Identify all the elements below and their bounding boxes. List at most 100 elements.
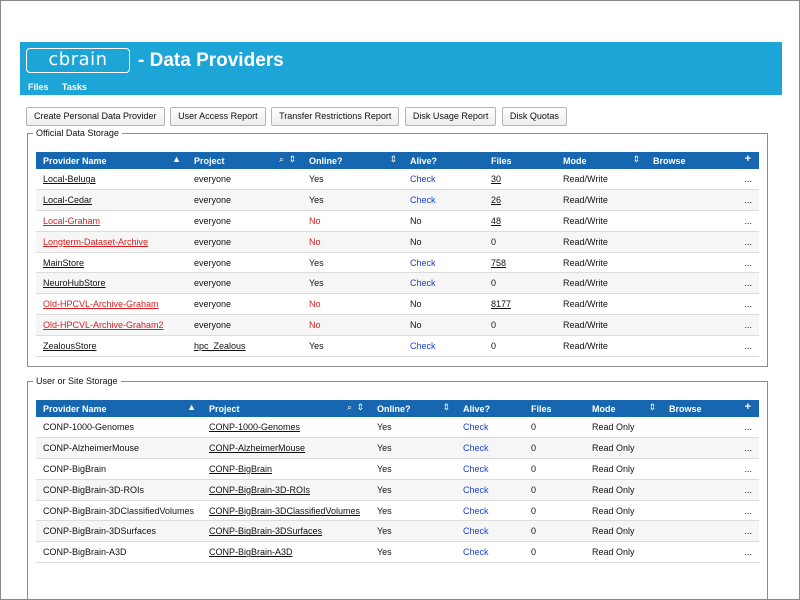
browse-menu-value[interactable]: ...	[744, 485, 752, 495]
file-count-value[interactable]: 30	[491, 174, 501, 184]
project-value[interactable]: CONP-AlzheimerMouse	[209, 443, 305, 453]
sort-up-down-icon[interactable]: ⇕	[632, 154, 640, 165]
browse-menu-value[interactable]: ...	[744, 464, 752, 474]
file-count-value[interactable]: 48	[491, 216, 501, 226]
col-online[interactable]: Online? ⇕	[302, 152, 403, 169]
alive-status-value[interactable]: Check	[463, 506, 489, 516]
browse-menu: ...	[662, 479, 759, 501]
provider-name-value[interactable]: Longterm-Dataset-Archive	[43, 237, 148, 247]
browse-menu-value[interactable]: ...	[744, 216, 752, 226]
transfer-restrictions-report-button[interactable]: Transfer Restrictions Report	[271, 107, 400, 126]
project-value[interactable]: CONP-BigBrain-3DClassifiedVolumes	[209, 506, 360, 516]
sort-up-down-icon[interactable]: ⇕	[648, 402, 656, 413]
page-title: - Data Providers	[138, 50, 284, 71]
browse-menu-value[interactable]: ...	[744, 341, 752, 351]
col-mode[interactable]: Mode ⇕	[585, 400, 662, 417]
project: everyone	[187, 272, 302, 295]
project: CONP-AlzheimerMouse	[202, 437, 370, 460]
online-status: Yes	[302, 272, 403, 295]
sort-up-down-icon[interactable]: ⇕	[288, 154, 296, 165]
browse-menu-value[interactable]: ...	[744, 258, 752, 268]
file-count-value[interactable]: 758	[491, 258, 506, 268]
browse-menu-value[interactable]: ...	[744, 320, 752, 330]
browse-menu-value[interactable]: ...	[744, 526, 752, 536]
alive-status-value[interactable]: Check	[463, 464, 489, 474]
provider-name: NeuroHubStore	[36, 272, 187, 295]
provider-name-value[interactable]: NeuroHubStore	[43, 278, 106, 288]
browse-menu-value[interactable]: ...	[744, 443, 752, 453]
alive-status: No	[403, 293, 484, 316]
col-browse: Browse +	[662, 400, 759, 417]
browse-menu-value[interactable]: ...	[744, 506, 752, 516]
project-value[interactable]: CONP-BigBrain-3DSurfaces	[209, 526, 322, 536]
project-value[interactable]: CONP-BigBrain	[209, 464, 272, 474]
access-mode: Read/Write	[556, 189, 646, 212]
sort-up-down-icon[interactable]: ⇕	[389, 154, 397, 165]
col-mode[interactable]: Mode ⇕	[556, 152, 646, 169]
project-value[interactable]: CONP-BigBrain-3D-ROIs	[209, 485, 310, 495]
project: everyone	[187, 189, 302, 212]
disk-quotas-button[interactable]: Disk Quotas	[501, 107, 567, 126]
col-project[interactable]: Project ⌕ ⇕	[187, 152, 302, 169]
alive-status-value[interactable]: Check	[410, 195, 436, 205]
sort-up-down-icon[interactable]: ⇕	[356, 402, 364, 413]
user-access-report-button[interactable]: User Access Report	[170, 107, 266, 126]
cbrain-logo[interactable]: cbrain	[26, 48, 130, 73]
browse-menu-value[interactable]: ...	[744, 422, 752, 432]
sort-up-down-icon[interactable]: ⇕	[442, 402, 450, 413]
access-mode-value: Read Only	[592, 547, 635, 558]
alive-status-value[interactable]: Check	[463, 422, 489, 432]
browse-menu-value[interactable]: ...	[744, 195, 752, 205]
online-status: Yes	[370, 417, 456, 439]
browse-menu-value[interactable]: ...	[744, 278, 752, 288]
table-row: NeuroHubStore everyone Yes Check 0 Read/Write…	[36, 272, 759, 295]
project-value[interactable]: CONP-1000-Genomes	[209, 422, 300, 432]
provider-name-value[interactable]: Old-HPCVL-Archive-Graham	[43, 299, 159, 309]
nav-files[interactable]: Files	[28, 81, 49, 93]
access-mode: Read/Write	[556, 252, 646, 274]
alive-status-value[interactable]: Check	[410, 174, 436, 184]
browse-menu-value[interactable]: ...	[744, 237, 752, 247]
project: everyone	[187, 210, 302, 232]
search-icon[interactable]: ⌕	[279, 154, 284, 165]
alive-status-value[interactable]: Check	[410, 341, 436, 351]
col-online[interactable]: Online? ⇕	[370, 400, 456, 417]
table-row: CONP-1000-Genomes CONP-1000-Genomes Yes Che…	[36, 417, 759, 439]
alive-status-value[interactable]: Check	[410, 278, 436, 288]
file-count-value[interactable]: 26	[491, 195, 501, 205]
alive-status-value[interactable]: Check	[463, 443, 489, 453]
app-header: cbrain - Data Providers Files Tasks	[20, 42, 782, 95]
alive-status-value[interactable]: Check	[463, 485, 489, 495]
disk-usage-report-button[interactable]: Disk Usage Report	[404, 107, 497, 126]
access-mode-value: Read/Write	[563, 340, 608, 351]
alive-status-value[interactable]: Check	[410, 258, 436, 268]
search-icon[interactable]: ⌕	[347, 402, 352, 413]
project-value[interactable]: CONP-BigBrain-A3D	[209, 547, 293, 557]
alive-status-value[interactable]: Check	[463, 526, 489, 536]
table-row: CONP-BigBrain CONP-BigBrain Yes Check 0 Read …	[36, 458, 759, 480]
project: everyone	[187, 252, 302, 274]
col-project[interactable]: Project ⌕ ⇕	[202, 400, 370, 417]
create-personal-data-provider-button[interactable]: Create Personal Data Provider	[26, 107, 165, 126]
provider-name-value[interactable]: Old-HPCVL-Archive-Graham2	[43, 320, 164, 330]
col-provider-name[interactable]: Provider Name ▲	[36, 400, 202, 417]
provider-name-value[interactable]: ZealousStore	[43, 341, 97, 351]
provider-name-value[interactable]: MainStore	[43, 258, 84, 268]
col-provider-name[interactable]: Provider Name ▲	[36, 152, 187, 169]
browse-menu-value[interactable]: ...	[744, 299, 752, 309]
file-count-value[interactable]: 8177	[491, 299, 511, 309]
plus-icon[interactable]: +	[745, 401, 751, 413]
provider-name-value[interactable]: Local-Beluga	[43, 174, 96, 184]
browse-menu: ...	[646, 335, 759, 357]
provider-name-value[interactable]: Local-Graham	[43, 216, 100, 226]
browse-menu-value[interactable]: ...	[744, 174, 752, 184]
browse-menu-value[interactable]: ...	[744, 547, 752, 557]
project-value[interactable]: hpc_Zealous	[194, 341, 246, 351]
provider-name-value[interactable]: Local-Cedar	[43, 195, 92, 205]
plus-icon[interactable]: +	[745, 153, 751, 165]
sort-up-icon[interactable]: ▲	[172, 154, 181, 164]
alive-status-value[interactable]: Check	[463, 547, 489, 557]
nav-tasks[interactable]: Tasks	[62, 81, 87, 93]
browse-menu: ...	[662, 541, 759, 564]
sort-up-icon[interactable]: ▲	[187, 402, 196, 412]
